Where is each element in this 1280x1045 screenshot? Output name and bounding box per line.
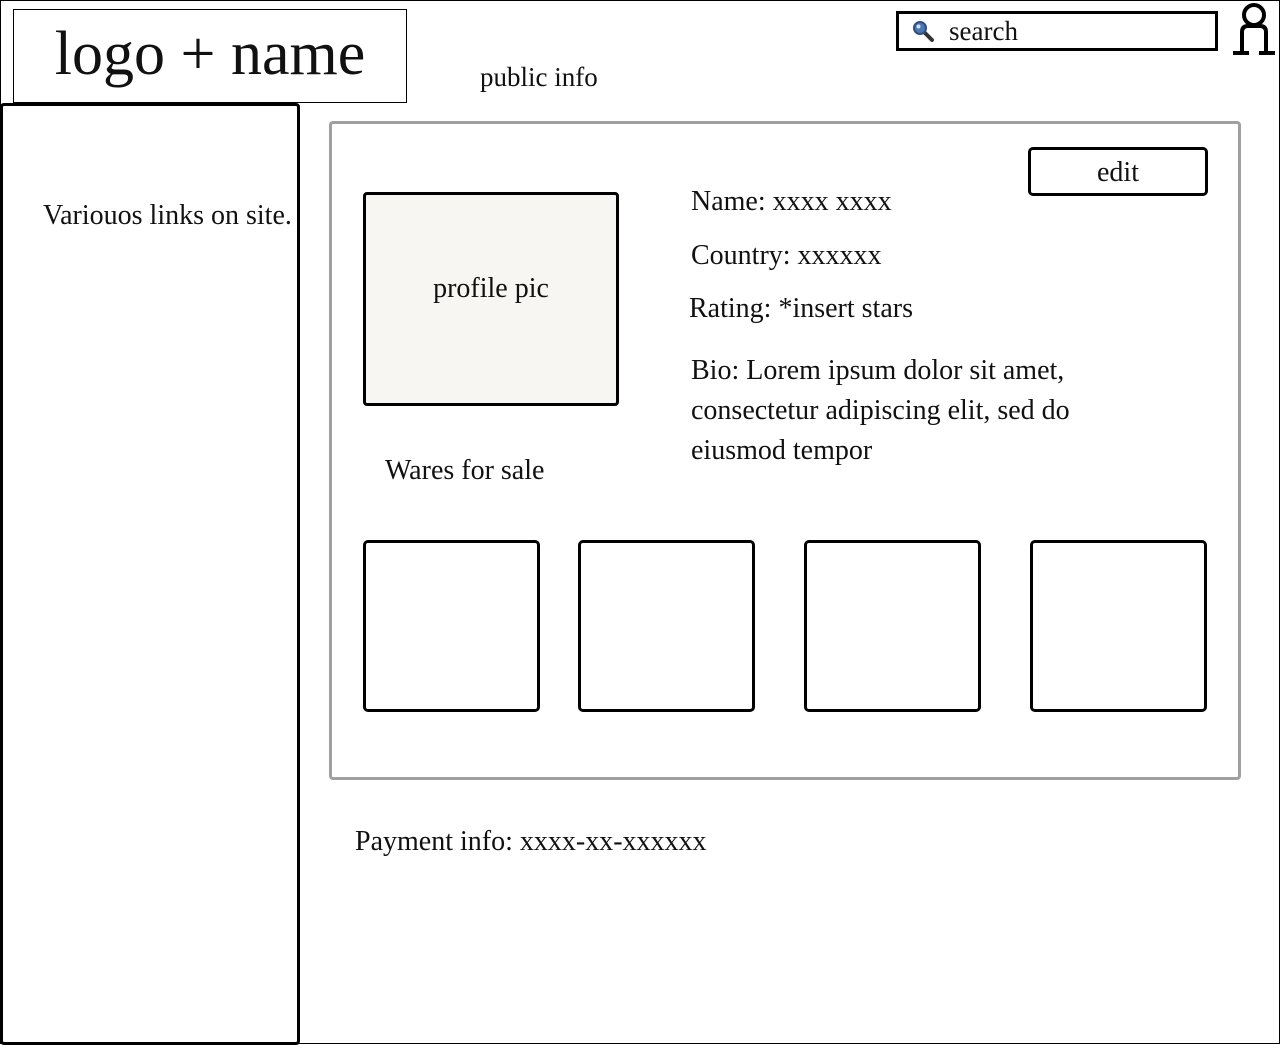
search-input[interactable]: search — [896, 11, 1218, 51]
search-placeholder: search — [949, 15, 1018, 46]
profile-pic-label: profile pic — [433, 273, 549, 304]
ware-item[interactable] — [578, 540, 755, 712]
edit-button[interactable]: edit — [1028, 147, 1208, 196]
ware-item[interactable] — [1030, 540, 1207, 712]
profile-bio: Bio: Lorem ipsum dolor sit amet, consect… — [691, 355, 1070, 466]
ware-item[interactable] — [804, 540, 981, 712]
payment-info: Payment info: xxxx-xx-xxxxxx — [355, 826, 707, 857]
ware-item[interactable] — [363, 540, 540, 712]
profile-pic[interactable]: profile pic — [363, 192, 619, 406]
logo[interactable]: logo + name — [13, 9, 407, 103]
profile-name: Name: xxxx xxxx — [691, 186, 892, 217]
profile-rating: Rating: *insert stars — [689, 293, 913, 324]
wares-label: Wares for sale — [385, 455, 545, 486]
page-title: public info — [480, 62, 598, 92]
search-icon — [911, 19, 935, 43]
sidebar: Variouos links on site. — [0, 103, 300, 1045]
profile-country: Country: xxxxxx — [691, 240, 882, 271]
user-icon[interactable] — [1230, 2, 1278, 56]
sidebar-links-text[interactable]: Variouos links on site. — [43, 196, 293, 236]
